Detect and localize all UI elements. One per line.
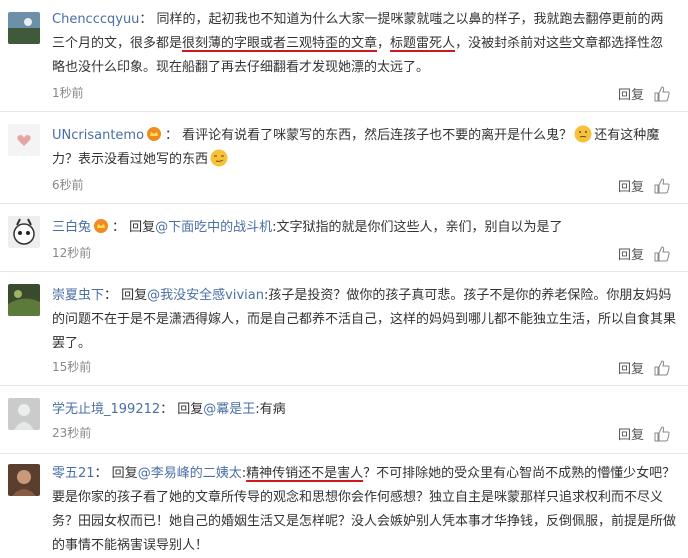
reply-button[interactable]: 回复	[618, 358, 644, 377]
highlighted-text: 很刻薄的字眼或者三观特歪的文章	[182, 36, 378, 51]
highlighted-text: 精神传销还不是害人	[246, 466, 364, 481]
comment-item: 零五21： 回复@李易峰的二姨太:精神传销还不是害人？不可排除她的受众里有心智尚…	[0, 454, 688, 553]
comment-text: ： 回复	[104, 288, 148, 303]
like-icon[interactable]	[654, 86, 670, 102]
comment-body: Chencccqyuu： 同样的，起初我也不知道为什么大家一提咪蒙就嗤之以鼻的样…	[52, 8, 676, 80]
comment-text: ： 回复	[94, 466, 138, 481]
comment-item: 崇夏虫下： 回复@我没安全感vivian:孩子是投资？做你的孩子真可悲。孩子不是…	[0, 272, 688, 386]
comment-text: :文字狱指的就是你们这些人，亲们，别自以为是了	[272, 220, 563, 235]
avatar[interactable]	[8, 398, 40, 430]
like-icon[interactable]	[654, 360, 670, 376]
username-link[interactable]: 崇夏虫下	[52, 288, 104, 303]
username-link[interactable]: 学无止境_199212	[52, 402, 160, 417]
timestamp: 1秒前	[52, 86, 84, 100]
comment-feed: Chencccqyuu： 同样的，起初我也不知道为什么大家一提咪蒙就嗤之以鼻的样…	[0, 0, 688, 553]
avatar[interactable]	[8, 284, 40, 316]
timestamp: 12秒前	[52, 246, 92, 260]
highlighted-text: 标题雷死人	[390, 36, 456, 51]
like-icon[interactable]	[654, 426, 670, 442]
avatar[interactable]	[8, 124, 40, 156]
thinking-emoji-icon	[574, 125, 592, 143]
comment-text: ： 回复	[160, 402, 204, 417]
mention-link[interactable]: @下面吃中的战斗机	[155, 220, 272, 235]
reply-button[interactable]: 回复	[618, 424, 644, 443]
smirk-emoji-icon	[210, 149, 228, 167]
comment-body: 三白兔 ： 回复@下面吃中的战斗机:文字狱指的就是你们这些人，亲们，别自以为是了	[52, 216, 676, 240]
mention-link[interactable]: @冪是王	[203, 402, 255, 417]
username-link[interactable]: UNcrisantemo	[52, 128, 144, 143]
vip-crown-icon	[147, 127, 162, 141]
comment-body: UNcrisantemo ： 看评论有说看了咪蒙写的东西，然后连孩子也不要的离开是…	[52, 124, 676, 172]
mention-link[interactable]: @李易峰的二姨太	[138, 466, 242, 481]
comment-body: 崇夏虫下： 回复@我没安全感vivian:孩子是投资？做你的孩子真可悲。孩子不是…	[52, 284, 676, 356]
comment-item: 三白兔： 回复@下面吃中的战斗机:文字狱指的就是你们这些人，亲们，别自以为是了 …	[0, 204, 688, 272]
comment-body: 学无止境_199212： 回复@冪是王:有病	[52, 398, 676, 422]
reply-button[interactable]: 回复	[618, 244, 644, 263]
username-link[interactable]: 三白兔	[52, 220, 91, 235]
username-link[interactable]: 零五21	[52, 466, 95, 481]
username-link[interactable]: Chencccqyuu	[52, 12, 139, 27]
mention-link[interactable]: @我没安全感vivian	[147, 288, 264, 303]
reply-button[interactable]: 回复	[618, 176, 644, 195]
comment-text: ： 看评论有说看了咪蒙写的东西，然后连孩子也不要的离开是什么鬼？	[165, 128, 573, 143]
timestamp: 15秒前	[52, 360, 92, 374]
reply-button[interactable]: 回复	[618, 84, 644, 103]
like-icon[interactable]	[654, 246, 670, 262]
avatar[interactable]	[8, 464, 40, 496]
avatar[interactable]	[8, 12, 40, 44]
like-icon[interactable]	[654, 178, 670, 194]
comment-text: :有病	[255, 402, 286, 417]
vip-crown-icon	[94, 219, 109, 233]
timestamp: 23秒前	[52, 426, 92, 440]
comment-item: UNcrisantemo ： 看评论有说看了咪蒙写的东西，然后连孩子也不要的离开是…	[0, 112, 688, 204]
comment-text: ，	[377, 36, 391, 51]
comment-text: ： 回复	[112, 220, 156, 235]
comment-item: Chencccqyuu： 同样的，起初我也不知道为什么大家一提咪蒙就嗤之以鼻的样…	[0, 0, 688, 112]
avatar[interactable]	[8, 216, 40, 248]
comment-body: 零五21： 回复@李易峰的二姨太:精神传销还不是害人？不可排除她的受众里有心智尚…	[52, 462, 676, 558]
timestamp: 6秒前	[52, 178, 84, 192]
comment-item: 学无止境_199212： 回复@冪是王:有病 23秒前 回复	[0, 386, 688, 454]
